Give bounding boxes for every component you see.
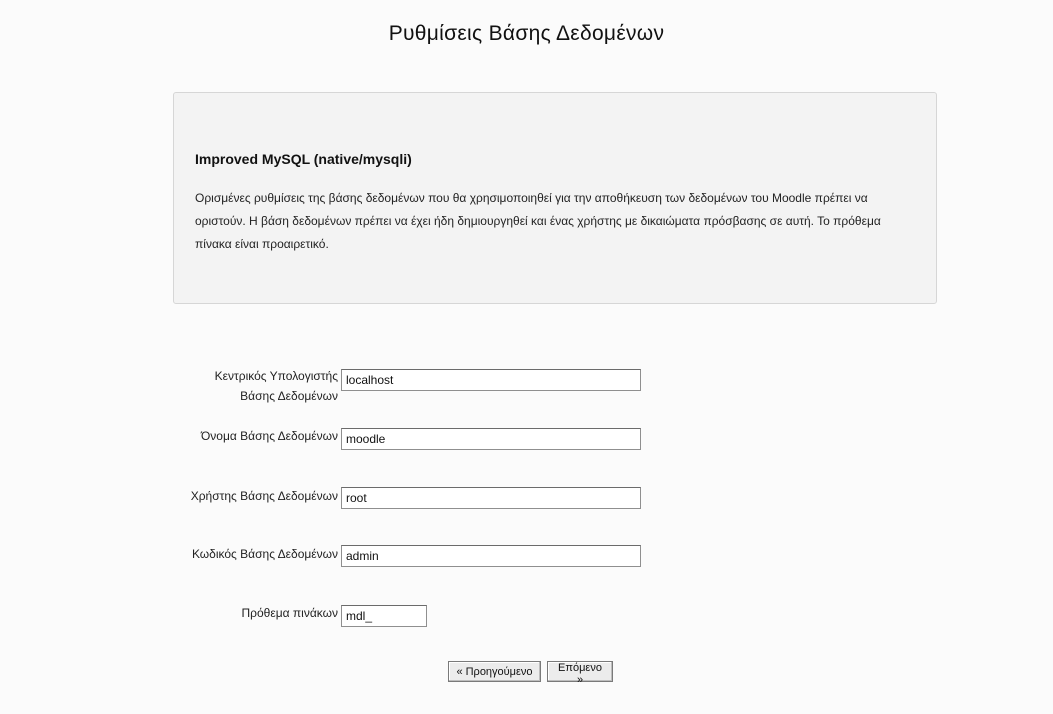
database-settings-form: Κεντρικός Υπολογιστής Βάσης Δεδομένων Όν… [0, 0, 1053, 714]
next-button[interactable]: Επόμενο » [547, 661, 613, 686]
db-host-input[interactable] [341, 369, 641, 391]
db-user-label: Χρήστης Βάσης Δεδομένων [190, 489, 338, 503]
db-password-label: Κωδικός Βάσης Δεδομένων [191, 547, 338, 561]
installer-page: Ρυθμίσεις Βάσης Δεδομένων Improved MySQL… [0, 0, 1053, 714]
db-host-label: Κεντρικός Υπολογιστής Βάσης Δεδομένων [214, 369, 338, 403]
db-name-label: Όνομα Βάσης Δεδομένων [201, 429, 338, 443]
table-prefix-label: Πρόθεμα πινάκων [241, 606, 338, 620]
db-password-input[interactable] [341, 545, 641, 567]
table-prefix-input[interactable] [341, 605, 427, 627]
db-user-input[interactable] [341, 487, 641, 509]
previous-button[interactable]: « Προηγούμενο [448, 661, 541, 682]
db-name-input[interactable] [341, 428, 641, 450]
